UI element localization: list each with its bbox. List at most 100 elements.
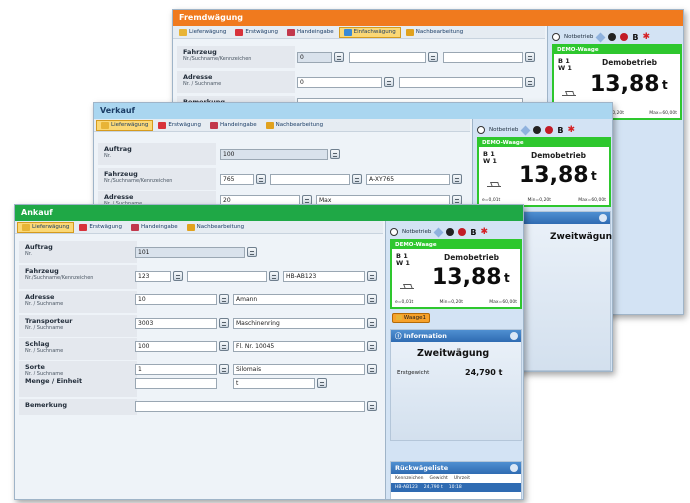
arrows-icon <box>235 28 244 36</box>
fahrzeug-kennzeichen-button[interactable] <box>367 271 377 281</box>
scale-meta: e=0,01t Min=0,20t Max=60,00t <box>482 198 606 203</box>
gear-icon[interactable] <box>608 33 617 41</box>
fahrzeug-name-button[interactable] <box>428 52 438 62</box>
tab-erstwaegung[interactable]: Erstwägung <box>231 28 282 37</box>
fahrzeug-kennzeichen-button[interactable] <box>525 52 535 62</box>
fahrzeug-name-button[interactable] <box>352 174 362 184</box>
label-adresse: Adresse Nr. / Suchname <box>98 191 216 207</box>
tab-bar: Lieferwägung Erstwägung Handeingabe Einf… <box>173 26 545 39</box>
fahrzeug-kennzeichen-field[interactable]: HB-AB123 <box>283 271 365 282</box>
tab-handeingabe[interactable]: Handeingabe <box>283 28 338 37</box>
menge-value-field[interactable] <box>135 378 217 389</box>
auftrag-search-button[interactable] <box>247 247 257 257</box>
schlag-nr-field[interactable]: 100 <box>135 341 217 352</box>
fahrzeug-nr-field[interactable]: 123 <box>135 271 171 282</box>
adresse-nr-field[interactable]: 10 <box>135 294 217 305</box>
tab-einfachwaegung[interactable]: Einfachwägung <box>338 26 401 38</box>
adresse-name-button[interactable] <box>367 294 377 304</box>
b-icon[interactable]: B <box>557 126 563 135</box>
network-icon <box>520 125 531 135</box>
adresse-name-field[interactable]: Amann <box>233 294 365 305</box>
label-schlag: Schlag Nr. / Suchname <box>19 338 137 360</box>
bemerkung-field[interactable] <box>135 401 365 412</box>
collapse-icon[interactable] <box>510 332 518 340</box>
transporteur-name-button[interactable] <box>367 318 377 328</box>
tab-nachbearbeitung[interactable]: Nachbearbeitung <box>262 121 328 130</box>
fahrzeug-search-button[interactable] <box>334 52 344 62</box>
collapse-icon[interactable] <box>510 464 518 472</box>
collapse-icon[interactable] <box>599 214 607 222</box>
fahrzeug-kennzeichen-field[interactable]: A-XY765 <box>366 174 450 185</box>
fahrzeug-name-field[interactable] <box>270 174 350 185</box>
fahrzeug-kennzeichen-button[interactable] <box>452 174 462 184</box>
schlag-name-button[interactable] <box>367 341 377 351</box>
notbetrieb-toggle[interactable]: Notbetrieb <box>564 34 593 40</box>
tab-bar: Lieferwägung Erstwägung Handeingabe Nach… <box>15 221 383 234</box>
scale-unit: t <box>662 78 668 92</box>
transporteur-nr-field[interactable]: 3003 <box>135 318 217 329</box>
waage1-button[interactable]: Waage1 <box>392 313 430 323</box>
rueckwaegeliste-header[interactable]: Rückwägeliste <box>391 462 521 474</box>
edit-icon <box>405 28 414 36</box>
sorte-nr-field[interactable]: 1 <box>135 364 217 375</box>
stop-icon[interactable] <box>545 126 554 134</box>
network-icon <box>595 32 606 42</box>
fahrzeug-nr-button[interactable] <box>173 271 183 281</box>
tab-lieferwaegung[interactable]: Lieferwägung <box>96 119 154 131</box>
adresse-name-field[interactable] <box>399 77 523 88</box>
adresse-nr-button[interactable] <box>384 77 394 87</box>
fahrzeug-name-field[interactable] <box>349 52 426 63</box>
stop-icon[interactable] <box>620 33 629 41</box>
right-panel: Notbetrieb B ✱ DEMO-Waage B 1 W 1 Demobe… <box>385 221 523 499</box>
information-header[interactable]: ⓘ Information <box>391 330 521 342</box>
scale-w1: W 1 <box>558 64 572 72</box>
notbetrieb-toggle[interactable]: Notbetrieb <box>489 127 518 133</box>
tab-nachbearbeitung[interactable]: Nachbearbeitung <box>183 223 249 232</box>
b-icon[interactable]: B <box>470 228 476 237</box>
tab-lieferwaegung[interactable]: Lieferwägung <box>17 221 75 233</box>
notbetrieb-toggle[interactable]: Notbetrieb <box>402 229 431 235</box>
tab-handeingabe[interactable]: Handeingabe <box>127 223 182 232</box>
gear-icon[interactable] <box>533 126 542 134</box>
sorte-name-field[interactable]: Silomais <box>233 364 365 375</box>
fahrzeug-name-field[interactable] <box>187 271 267 282</box>
stop-icon[interactable] <box>458 228 467 236</box>
menge-unit-button[interactable] <box>317 378 327 388</box>
fahrzeug-kennzeichen-field[interactable] <box>443 52 523 63</box>
tab-handeingabe[interactable]: Handeingabe <box>206 121 261 130</box>
tab-erstwaegung[interactable]: Erstwägung <box>75 223 126 232</box>
schlag-nr-button[interactable] <box>219 341 229 351</box>
auftrag-field[interactable]: 100 <box>220 149 328 160</box>
menge-unit-field[interactable]: t <box>233 378 315 389</box>
tab-erstwaegung[interactable]: Erstwägung <box>154 121 205 130</box>
erstgewicht-value: 24,790 t <box>465 368 503 377</box>
list-item[interactable]: HB-AB123 24,790 t 10:18 <box>391 483 521 492</box>
scale-unit: t <box>504 271 510 285</box>
scale-cross-icon[interactable]: ✱ <box>642 32 650 42</box>
bemerkung-button[interactable] <box>367 401 377 411</box>
transporteur-name-field[interactable]: Maschinenring <box>233 318 365 329</box>
scale-cross-icon[interactable]: ✱ <box>480 227 488 237</box>
b-icon[interactable]: B <box>632 33 638 42</box>
transporteur-nr-button[interactable] <box>219 318 229 328</box>
adresse-nr-button[interactable] <box>219 294 229 304</box>
tab-lieferwaegung[interactable]: Lieferwägung <box>175 28 230 37</box>
sorte-name-button[interactable] <box>367 364 377 374</box>
adresse-name-button[interactable] <box>525 77 535 87</box>
fahrzeug-name-button[interactable] <box>269 271 279 281</box>
label-transporteur: Transporteur Nr. / Suchname <box>19 315 137 337</box>
single-weigh-icon <box>343 28 352 36</box>
fahrzeug-nr-field[interactable]: 0 <box>297 52 332 63</box>
fahrzeug-nr-button[interactable] <box>256 174 266 184</box>
gear-icon[interactable] <box>446 228 455 236</box>
window-title: Fremdwägung <box>173 10 683 26</box>
scale-stable-icon <box>400 283 414 289</box>
auftrag-search-button[interactable] <box>330 149 340 159</box>
auftrag-field[interactable]: 101 <box>135 247 245 258</box>
tab-nachbearbeitung[interactable]: Nachbearbeitung <box>402 28 468 37</box>
schlag-name-field[interactable]: Fl. Nr. 10045 <box>233 341 365 352</box>
adresse-nr-field[interactable]: 0 <box>297 77 382 88</box>
scale-cross-icon[interactable]: ✱ <box>567 125 575 135</box>
fahrzeug-nr-field[interactable]: 765 <box>220 174 254 185</box>
sorte-nr-button[interactable] <box>219 364 229 374</box>
